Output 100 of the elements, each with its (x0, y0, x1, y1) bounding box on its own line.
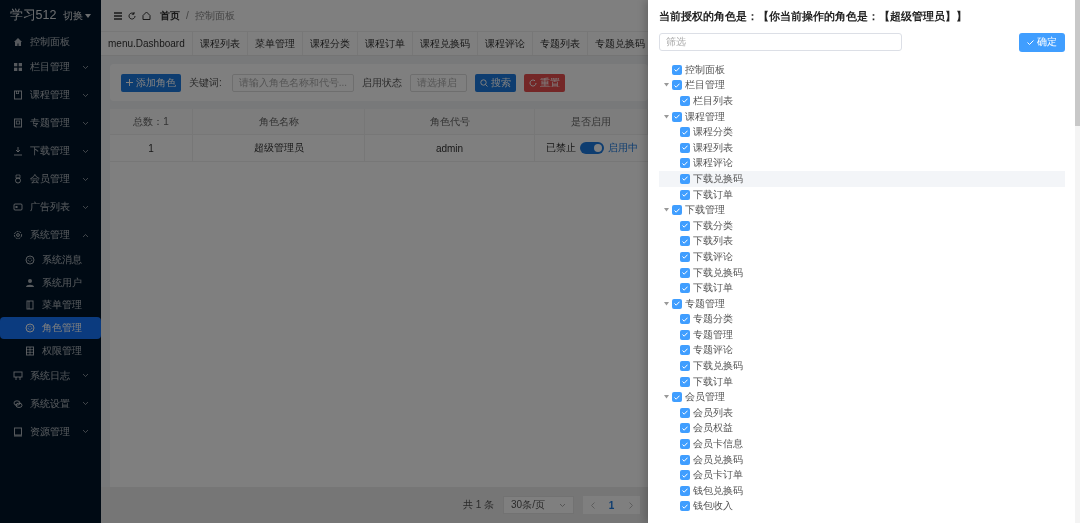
checkbox[interactable] (680, 283, 690, 294)
sidebar-item[interactable]: 课程管理 (0, 81, 101, 109)
tree-node[interactable]: 课程分类 (659, 124, 1065, 140)
toggle-switch[interactable] (579, 142, 604, 154)
tree-node[interactable]: 会员兑换码 (659, 451, 1065, 468)
sidebar-item[interactable]: 专题管理 (0, 109, 101, 137)
checkbox[interactable] (680, 485, 690, 496)
refresh-icon (529, 78, 538, 87)
checkbox[interactable] (680, 376, 690, 387)
checkbox[interactable] (680, 501, 690, 512)
checkbox[interactable] (672, 205, 682, 216)
page-tab[interactable]: 课程分类 (302, 32, 358, 55)
add-role-button[interactable]: 添加角色 (121, 73, 181, 92)
tree-node[interactable]: 下载订单 (659, 373, 1065, 390)
sidebar-item[interactable]: 资源管理 (0, 417, 101, 446)
checkbox[interactable] (680, 361, 690, 372)
checkbox[interactable] (680, 251, 690, 262)
checkbox[interactable] (680, 142, 690, 153)
page-tab[interactable]: 专题列表 (532, 32, 588, 55)
tree-node[interactable]: 专题评论 (659, 342, 1065, 359)
tree-node[interactable]: 课程评论 (659, 155, 1065, 172)
refresh-icon (128, 11, 136, 20)
tree-node[interactable]: 会员卡信息 (659, 436, 1065, 452)
sidebar-item[interactable]: 权限管理 (0, 339, 101, 362)
checkbox[interactable] (672, 111, 682, 122)
checkbox[interactable] (680, 454, 690, 465)
checkbox[interactable] (680, 345, 690, 356)
sidebar-item[interactable]: 会员管理 (0, 165, 101, 193)
tree-node[interactable]: 课程管理 (659, 108, 1065, 125)
sidebar-item[interactable]: 栏目管理 (0, 53, 101, 81)
page-tab[interactable]: 课程评论 (477, 32, 533, 55)
tree-node[interactable]: 下载兑换码 (659, 358, 1065, 374)
tree-node[interactable]: 下载分类 (659, 217, 1065, 234)
page-tab[interactable]: 课程订单 (357, 32, 413, 55)
checkbox[interactable] (672, 64, 682, 75)
page-tab[interactable]: 课程列表 (192, 32, 248, 55)
page-size-select[interactable]: 30条/页 (503, 496, 574, 514)
sidebar-item[interactable]: 广告列表 (0, 193, 101, 221)
checkbox[interactable] (672, 298, 682, 309)
tree-node[interactable]: 下载兑换码 (659, 171, 1065, 187)
confirm-button[interactable]: 确定 (1019, 32, 1065, 52)
tree-node[interactable]: 栏目列表 (659, 93, 1065, 109)
tree-node[interactable]: 钱包兑换码 (659, 483, 1065, 499)
tree-node[interactable]: 控制面板 (659, 62, 1065, 78)
search-icon (480, 78, 489, 87)
tree-node[interactable]: 下载评论 (659, 249, 1065, 265)
tree-node[interactable]: 会员权益 (659, 420, 1065, 437)
breadcrumb-item[interactable]: 首页 (160, 8, 180, 23)
page-tab[interactable]: menu.Dashboard (101, 32, 193, 55)
checkbox[interactable] (680, 439, 690, 450)
checkbox[interactable] (680, 236, 690, 247)
checkbox[interactable] (680, 189, 690, 200)
sidebar-item[interactable]: 系统管理 (0, 221, 101, 249)
checkbox[interactable] (680, 329, 690, 340)
sidebar-item[interactable]: 系统消息 (0, 249, 101, 272)
checkbox[interactable] (672, 392, 682, 403)
tree-node[interactable]: 下载兑换码 (659, 264, 1065, 281)
search-button[interactable]: 搜索 (475, 73, 517, 92)
tree-node[interactable]: 会员列表 (659, 405, 1065, 421)
sidebar-item[interactable]: 控制面板 (0, 31, 101, 53)
tree-node[interactable]: 下载管理 (659, 202, 1065, 218)
scrollbar-thumb[interactable] (1075, 0, 1080, 126)
tree-node[interactable]: 专题分类 (659, 311, 1065, 328)
page-tab[interactable]: 菜单管理 (247, 32, 303, 55)
tree-node[interactable]: 专题管理 (659, 327, 1065, 343)
table-cell: admin (365, 135, 535, 161)
modal-overlay[interactable] (0, 0, 648, 523)
tree-node[interactable]: 会员管理 (659, 389, 1065, 406)
checkbox[interactable] (680, 470, 690, 481)
tree-node[interactable]: 会员卡订单 (659, 467, 1065, 484)
sidebar-item[interactable]: 系统日志 (0, 361, 101, 390)
switch-button[interactable]: 切换 (63, 8, 92, 23)
sidebar-item[interactable]: 角色管理 (0, 316, 101, 340)
checkbox[interactable] (680, 173, 690, 184)
checkbox[interactable] (680, 407, 690, 418)
sidebar-item[interactable]: 下载管理 (0, 137, 101, 165)
tree-node[interactable]: 下载列表 (659, 233, 1065, 250)
sidebar-item[interactable]: 系统用户 (0, 271, 101, 295)
tree-node[interactable]: 下载订单 (659, 186, 1065, 203)
tree-node[interactable]: 课程列表 (659, 139, 1065, 156)
filter-input[interactable]: 筛选 (659, 33, 902, 51)
reset-button[interactable]: 重置 (524, 73, 566, 92)
tree-node[interactable]: 下载订单 (659, 280, 1065, 296)
sidebar-item[interactable]: 菜单管理 (0, 294, 101, 317)
checkbox[interactable] (680, 127, 690, 138)
checkbox[interactable] (680, 96, 690, 106)
sidebar-item[interactable]: 系统设置 (0, 389, 101, 418)
tree-node[interactable]: 专题管理 (659, 295, 1065, 312)
checkbox[interactable] (672, 80, 682, 91)
checkbox[interactable] (680, 220, 690, 231)
checkbox[interactable] (680, 267, 690, 278)
home-icon (142, 11, 151, 20)
check-icon (1027, 39, 1034, 45)
tree-node[interactable]: 钱包收入 (659, 498, 1065, 515)
checkbox[interactable] (680, 423, 690, 434)
checkbox[interactable] (680, 314, 690, 325)
tree-node[interactable]: 栏目管理 (659, 77, 1065, 94)
checkbox[interactable] (680, 158, 690, 169)
field-label: 启用状态 (362, 75, 403, 90)
page-tab[interactable]: 课程兑换码 (412, 32, 478, 55)
